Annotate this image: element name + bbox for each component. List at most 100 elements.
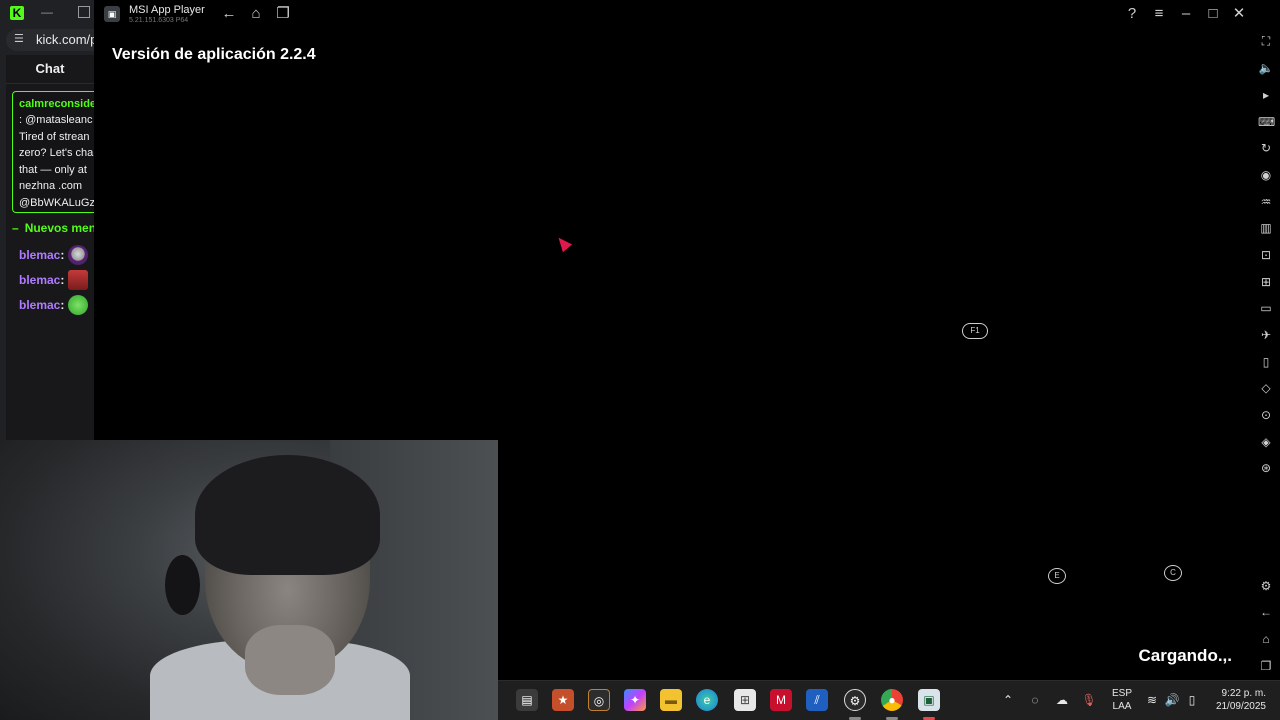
maximize-icon[interactable]	[78, 6, 90, 18]
new-messages-label: Nuevos men	[24, 221, 94, 235]
chat-colon: :	[60, 298, 65, 312]
chrome-icon[interactable]: ●	[881, 689, 903, 711]
home-icon[interactable]: ⌂	[247, 5, 265, 23]
minimize-icon[interactable]: –	[1177, 5, 1195, 23]
record-icon[interactable]: ⊞	[1258, 274, 1274, 290]
divider-dash: –	[12, 221, 19, 235]
steam-icon[interactable]: ⚙	[844, 689, 866, 711]
layers-icon[interactable]: ◈	[1258, 434, 1274, 450]
erase-icon[interactable]: ◇	[1258, 380, 1274, 396]
file-explorer-icon[interactable]: ▬	[660, 689, 682, 711]
webcam-person-hand	[245, 625, 335, 695]
emote-icon	[68, 270, 88, 290]
speaker-icon[interactable]: 🔊	[1163, 691, 1181, 709]
edge-browser-icon[interactable]: e	[696, 689, 718, 711]
app-player-name: MSI App Player	[129, 4, 205, 16]
performance-icon[interactable]: ♒	[1258, 194, 1274, 210]
chat-message[interactable]: blemac:	[19, 298, 64, 312]
loading-text: Cargando.,.	[1138, 646, 1232, 665]
chat-username[interactable]: blemac	[19, 298, 60, 312]
pinned-line: zero? Let's cha	[19, 147, 94, 159]
chat-message[interactable]: blemac:	[19, 273, 64, 287]
wifi-icon[interactable]: ≋	[1143, 691, 1161, 709]
pinned-line: @BbWKALuGz	[19, 196, 94, 209]
home-icon[interactable]: ⌂	[1258, 631, 1274, 647]
microsoft-store-icon[interactable]: ⊞	[734, 689, 756, 711]
copilot-icon[interactable]: ✦	[624, 689, 646, 711]
multi-instance-icon[interactable]: ❐	[274, 5, 292, 23]
sync-icon[interactable]: ⊛	[1258, 460, 1274, 476]
back-arrow-icon[interactable]: ←	[1258, 604, 1274, 620]
site-settings-icon[interactable]: ☰	[14, 33, 26, 45]
url-text[interactable]: kick.com/p	[36, 32, 94, 47]
chat-panel: Chat calmreconside : @matasleanc Tired o…	[6, 55, 94, 440]
key-hint-f1[interactable]: F1	[962, 323, 988, 339]
fullscreen-icon[interactable]: ⛶	[1258, 33, 1274, 49]
menu-icon[interactable]: ≡	[1150, 5, 1168, 23]
eco-mode-icon[interactable]: ▥	[1258, 220, 1274, 236]
app-player-version: 5.21.151.6303 P64	[129, 17, 189, 24]
volume-icon[interactable]: 🔈	[1258, 60, 1274, 76]
settings-gear-icon[interactable]: ⚙	[1258, 578, 1274, 594]
keyboard-icon[interactable]: ⌨	[1258, 114, 1275, 130]
app-version-text: Versión de aplicación 2.2.4	[112, 46, 316, 63]
windows-taskbar: ▤ ★ ◎ ✦ ▬ e ⊞ M ⫽ ⚙ ● ▣ ⌃ ◌ ☁ 🎙 ESP LAA …	[498, 680, 1280, 720]
onedrive-icon[interactable]: ☁	[1053, 691, 1071, 709]
game-app-icon[interactable]: ★	[552, 689, 574, 711]
back-arrow-icon[interactable]: ←	[220, 5, 238, 23]
multi-window-icon[interactable]: ▯	[1258, 354, 1274, 370]
vpn-app-icon[interactable]: ⫽	[806, 689, 828, 711]
microphone-icon[interactable]: 🎙	[1080, 691, 1098, 709]
key-hint-c[interactable]: C	[1164, 565, 1182, 581]
chat-title: Chat	[35, 61, 65, 76]
browser-tab-bar: K —	[0, 0, 94, 28]
pinned-message[interactable]: calmreconside : @matasleanc Tired of str…	[12, 91, 94, 213]
chat-header: Chat	[6, 55, 94, 84]
app-tray-icon[interactable]: ◌	[1026, 691, 1044, 709]
task-view-icon[interactable]: ▤	[516, 689, 538, 711]
key-hint-e[interactable]: E	[1048, 568, 1066, 584]
location-icon[interactable]: ⊙	[1258, 407, 1274, 423]
keyboard-layout: LAA	[1112, 701, 1132, 712]
language-code: ESP	[1111, 688, 1132, 699]
close-icon[interactable]: ✕	[1230, 5, 1248, 23]
chat-username[interactable]: blemac	[19, 273, 60, 287]
rotate-icon[interactable]: ↻	[1258, 140, 1274, 156]
new-messages-divider[interactable]: – Nuevos men	[12, 221, 94, 235]
chat-username[interactable]: blemac	[19, 248, 60, 262]
maximize-icon[interactable]: □	[1204, 5, 1222, 23]
emote-icon	[68, 295, 88, 315]
folder-icon[interactable]: ▭	[1258, 300, 1274, 316]
browser-window: K — ☰ kick.com/p Chat calmreconside : @m…	[0, 0, 94, 440]
webcam-overlay	[0, 440, 498, 720]
emote-icon	[68, 245, 88, 265]
app-player-title-bar: ▣ MSI App Player 5.21.151.6303 P64 ← ⌂ ❐…	[94, 0, 1280, 28]
recent-apps-icon[interactable]: ❐	[1258, 658, 1274, 674]
pinned-line: : @matasleanc	[19, 114, 93, 126]
airplane-icon[interactable]: ✈	[1258, 327, 1274, 343]
screenshot-icon[interactable]: ⊡	[1258, 247, 1274, 263]
chat-message[interactable]: blemac:	[19, 248, 64, 262]
language-indicator[interactable]: ESP LAA	[1108, 687, 1136, 713]
app-player-taskbar-icon[interactable]: ▣	[918, 689, 940, 711]
battery-icon[interactable]: ▯	[1183, 691, 1201, 709]
taskbar-clock[interactable]: 9:22 p. m. 21/09/2025	[1200, 687, 1266, 713]
address-bar[interactable]: ☰ kick.com/p	[6, 29, 94, 51]
pinned-line: that — only at	[19, 163, 87, 176]
pinned-username[interactable]: calmreconside	[19, 96, 94, 112]
pinned-line: Tired of strean	[19, 130, 90, 143]
mcafee-icon[interactable]: M	[770, 689, 792, 711]
media-icon[interactable]: ▸	[1258, 87, 1274, 103]
cheat-engine-icon[interactable]: ◎	[588, 689, 610, 711]
kick-logo-icon[interactable]: K	[10, 6, 24, 20]
chat-colon: :	[60, 273, 65, 287]
app-player-sidebar: ⛶ 🔈 ▸ ⌨ ↻ ◉ ♒ ▥ ⊡ ⊞ ▭ ✈ ▯ ◇ ⊙ ◈ ⊛ ⚙ ← ⌂ …	[1252, 28, 1280, 680]
clock-date: 21/09/2025	[1215, 701, 1266, 712]
clock-time: 9:22 p. m.	[1221, 688, 1266, 699]
webcam-person-hair	[195, 455, 380, 575]
help-icon[interactable]: ?	[1123, 5, 1141, 23]
macro-icon[interactable]: ◉	[1258, 167, 1274, 183]
minimize-icon[interactable]: —	[40, 5, 54, 19]
mouse-cursor-icon	[553, 233, 573, 253]
show-hidden-icons-icon[interactable]: ⌃	[999, 691, 1017, 709]
